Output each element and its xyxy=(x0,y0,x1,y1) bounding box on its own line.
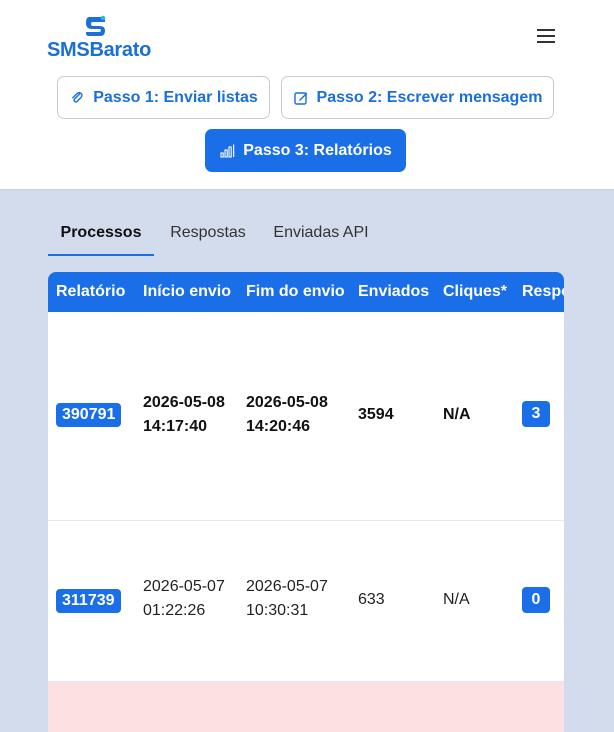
hamburger-icon[interactable] xyxy=(534,26,558,46)
step-2-button[interactable]: Passo 2: Escrever mensagem xyxy=(281,76,554,119)
report-tabs: Processos Respostas Enviadas API xyxy=(48,213,564,257)
paperclip-icon xyxy=(72,91,83,103)
clicks-value: N/A xyxy=(443,591,470,608)
responses-badge[interactable]: 0 xyxy=(522,587,550,613)
step-1-label: Passo 1: Enviar listas xyxy=(93,88,258,106)
logo-icon xyxy=(86,15,106,36)
sent-count: 633 xyxy=(358,591,385,608)
report-id-badge[interactable]: 311739 xyxy=(56,589,121,613)
start-date: 2026-05-07 xyxy=(143,578,225,595)
step-3-button[interactable]: Passo 3: Relatórios xyxy=(205,129,406,172)
tab-enviadas-api[interactable]: Enviadas API xyxy=(266,213,376,255)
tab-respostas[interactable]: Respostas xyxy=(158,213,258,255)
header-enviados[interactable]: Enviados xyxy=(358,283,429,301)
reports-table[interactable]: Relatório Início envio Fim do envio Envi… xyxy=(48,272,564,732)
brand-name: SMSBarato xyxy=(47,39,151,61)
table-row[interactable]: 390791 2026-05-08 14:17:40 2026-05-08 14… xyxy=(48,312,564,521)
edit-icon xyxy=(293,91,308,105)
responses-badge[interactable]: 3 xyxy=(522,401,550,427)
end-date: 2026-05-08 xyxy=(246,394,328,411)
sent-count: 3594 xyxy=(358,406,394,423)
table-header: Relatório Início envio Fim do envio Envi… xyxy=(48,272,564,312)
header-cliques[interactable]: Cliques* xyxy=(443,283,507,301)
step-3-label: Passo 3: Relatórios xyxy=(243,141,392,159)
report-id-badge[interactable]: 390791 xyxy=(56,403,122,427)
step-2-label: Passo 2: Escrever mensagem xyxy=(316,88,543,106)
clicks-value: N/A xyxy=(443,406,471,423)
top-bar: SMSBarato Passo 1: Enviar listas Passo 2… xyxy=(0,0,614,190)
end-time: 10:30:31 xyxy=(246,602,309,619)
start-time: 14:17:40 xyxy=(143,418,208,435)
brand-logo[interactable]: SMSBarato xyxy=(47,14,151,61)
tab-processos[interactable]: Processos xyxy=(48,213,154,256)
header-inicio-envio[interactable]: Início envio xyxy=(143,283,231,301)
end-time: 14:20:46 xyxy=(246,418,311,435)
header-relatorio[interactable]: Relatório xyxy=(56,283,125,301)
start-time: 01:22:26 xyxy=(143,602,206,619)
table-row[interactable] xyxy=(48,682,564,732)
end-date: 2026-05-07 xyxy=(246,578,328,595)
table-row[interactable]: 311739 2026-05-07 01:22:26 2026-05-07 10… xyxy=(48,521,564,682)
step-1-button[interactable]: Passo 1: Enviar listas xyxy=(57,76,270,119)
start-date: 2026-05-08 xyxy=(143,394,225,411)
header-fim-envio[interactable]: Fim do envio xyxy=(246,283,345,301)
header-respostas[interactable]: Respo xyxy=(522,283,564,301)
bar-chart-icon xyxy=(220,144,235,158)
